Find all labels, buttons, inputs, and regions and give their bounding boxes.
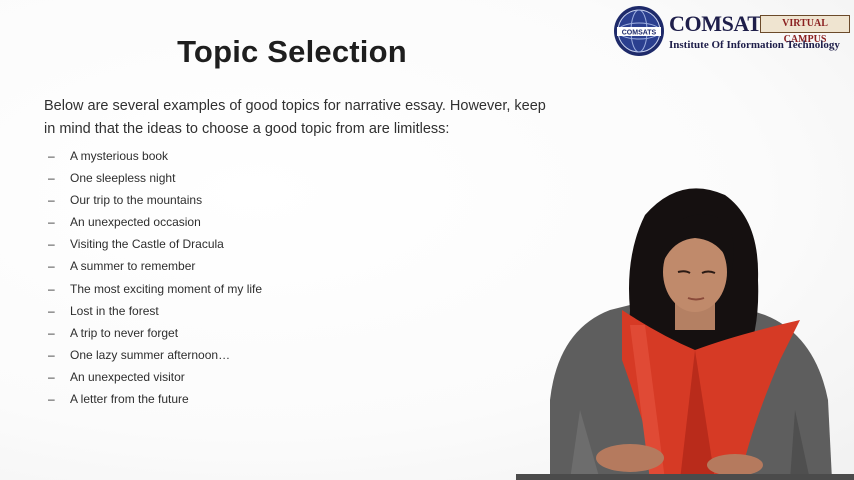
- bullet-dash: –: [48, 149, 55, 163]
- presenter-figure: [550, 188, 832, 480]
- comsats-seal-icon: COMSATS: [614, 6, 664, 56]
- topic-text: Visiting the Castle of Dracula: [70, 237, 224, 252]
- bullet-dash: –: [48, 215, 55, 230]
- bullet-dash: –: [48, 193, 55, 208]
- topic-item: – A summer to remember: [48, 255, 262, 277]
- logo-name: COMSATS: [669, 11, 774, 36]
- topic-item: – The most exciting moment of my life: [48, 278, 262, 300]
- seal-text: COMSATS: [622, 30, 657, 37]
- topic-text: An unexpected visitor: [70, 369, 185, 384]
- topic-text: One sleepless night: [70, 171, 176, 186]
- bullet-dash: –: [48, 259, 55, 274]
- topic-text: An unexpected occasion: [70, 215, 201, 230]
- topic-text: A summer to remember: [70, 259, 196, 274]
- bullet-dash: –: [48, 325, 55, 340]
- topic-text: Lost in the forest: [70, 303, 159, 318]
- topic-text: One lazy summer afternoon…: [70, 347, 231, 362]
- topic-item: – A trip to never forget: [48, 322, 262, 344]
- logo-badge: VIRTUAL CAMPUS: [760, 15, 850, 45]
- topic-item: – An unexpected occasion: [48, 211, 262, 233]
- topic-item: – Our trip to the mountains: [48, 189, 262, 211]
- topic-text: A letter from the future: [70, 392, 189, 407]
- topic-text: Our trip to the mountains: [70, 193, 203, 208]
- bullet-dash: –: [48, 303, 55, 318]
- topic-text: A mysterious book: [70, 149, 169, 163]
- topic-item: – One lazy summer afternoon…: [48, 344, 262, 366]
- bullet-dash: –: [48, 369, 55, 384]
- topic-item: – A letter from the future: [48, 388, 262, 410]
- bullet-dash: –: [48, 281, 55, 296]
- topic-item: – A mysterious book: [48, 145, 262, 167]
- desk-edge: [516, 474, 854, 480]
- slide-title: Topic Selection: [177, 34, 407, 69]
- topic-item: – Visiting the Castle of Dracula: [48, 233, 262, 255]
- topic-item: – Lost in the forest: [48, 300, 262, 322]
- bullet-dash: –: [48, 171, 55, 186]
- comsats-logo: COMSATS COMSATS VIRTUAL CAMPUS Institute…: [613, 5, 851, 56]
- bullet-dash: –: [48, 237, 55, 252]
- topic-item: – One sleepless night: [48, 167, 262, 189]
- slide-intro-text: Below are several examples of good topic…: [44, 98, 546, 137]
- bullet-dash: –: [48, 392, 55, 407]
- topic-list: – A mysterious book – One sleepless night – O…: [48, 145, 262, 410]
- topic-text: A trip to never forget: [70, 325, 179, 340]
- logo-subtitle: Institute Of Information Technology: [669, 39, 840, 51]
- bullet-dash: –: [48, 347, 55, 362]
- topic-text: The most exciting moment of my life: [70, 281, 263, 296]
- topic-item: – An unexpected visitor: [48, 366, 262, 388]
